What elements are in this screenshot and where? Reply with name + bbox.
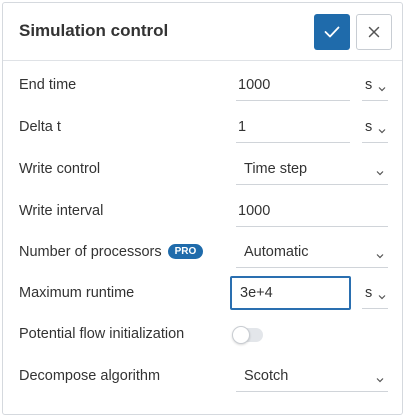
simulation-control-panel: Simulation control End time 1000 s Delta…: [2, 2, 403, 415]
write-interval-label: Write interval: [19, 203, 104, 219]
end-time-input[interactable]: 1000: [236, 71, 350, 101]
chevron-down-icon: [378, 129, 386, 134]
row-write-control: Write control Time step: [3, 149, 402, 191]
write-interval-input[interactable]: 1000: [236, 197, 388, 227]
maximum-runtime-unit-select[interactable]: s: [362, 279, 388, 309]
number-of-processors-value: Automatic: [244, 244, 309, 260]
write-control-value: Time step: [244, 161, 308, 177]
decompose-algorithm-select[interactable]: Scotch: [236, 362, 388, 392]
chevron-down-icon: [376, 254, 384, 259]
confirm-button[interactable]: [314, 14, 350, 50]
chevron-down-icon: [376, 171, 384, 176]
close-icon: [368, 26, 380, 38]
pro-badge: PRO: [167, 244, 204, 259]
delta-t-unit-select[interactable]: s: [362, 113, 388, 143]
row-end-time: End time 1000 s: [3, 65, 402, 107]
maximum-runtime-unit-value: s: [365, 285, 373, 301]
write-control-select[interactable]: Time step: [236, 155, 388, 185]
decompose-algorithm-label: Decompose algorithm: [19, 368, 161, 384]
delta-t-label: Delta t: [19, 119, 61, 135]
number-of-processors-select[interactable]: Automatic: [236, 238, 388, 268]
chevron-down-icon: [378, 295, 386, 300]
number-of-processors-label: Number of processors PRO: [19, 244, 204, 260]
write-control-label: Write control: [19, 161, 101, 177]
number-of-processors-text: Number of processors: [19, 244, 162, 260]
potential-flow-label: Potential flow initialization: [19, 326, 185, 342]
row-maximum-runtime: Maximum runtime 3e+4 s: [3, 273, 402, 315]
row-potential-flow: Potential flow initialization: [3, 314, 402, 356]
chevron-down-icon: [376, 378, 384, 383]
check-icon: [324, 26, 340, 38]
panel-header: Simulation control: [3, 3, 402, 61]
row-delta-t: Delta t 1 s: [3, 107, 402, 149]
close-button[interactable]: [356, 14, 392, 50]
decompose-algorithm-value: Scotch: [244, 368, 289, 384]
maximum-runtime-input[interactable]: 3e+4: [230, 276, 351, 310]
end-time-unit-value: s: [365, 77, 373, 93]
row-number-of-processors: Number of processors PRO Automatic: [3, 232, 402, 274]
delta-t-input[interactable]: 1: [236, 113, 350, 143]
end-time-unit-select[interactable]: s: [362, 71, 388, 101]
toggle-knob: [232, 326, 250, 344]
maximum-runtime-label: Maximum runtime: [19, 285, 135, 301]
potential-flow-toggle[interactable]: [232, 326, 263, 344]
delta-t-unit-value: s: [365, 119, 373, 135]
row-write-interval: Write interval 1000: [3, 191, 402, 233]
row-decompose-algorithm: Decompose algorithm Scotch: [3, 356, 402, 398]
end-time-label: End time: [19, 77, 77, 93]
panel-title: Simulation control: [19, 21, 169, 40]
chevron-down-icon: [378, 87, 386, 92]
